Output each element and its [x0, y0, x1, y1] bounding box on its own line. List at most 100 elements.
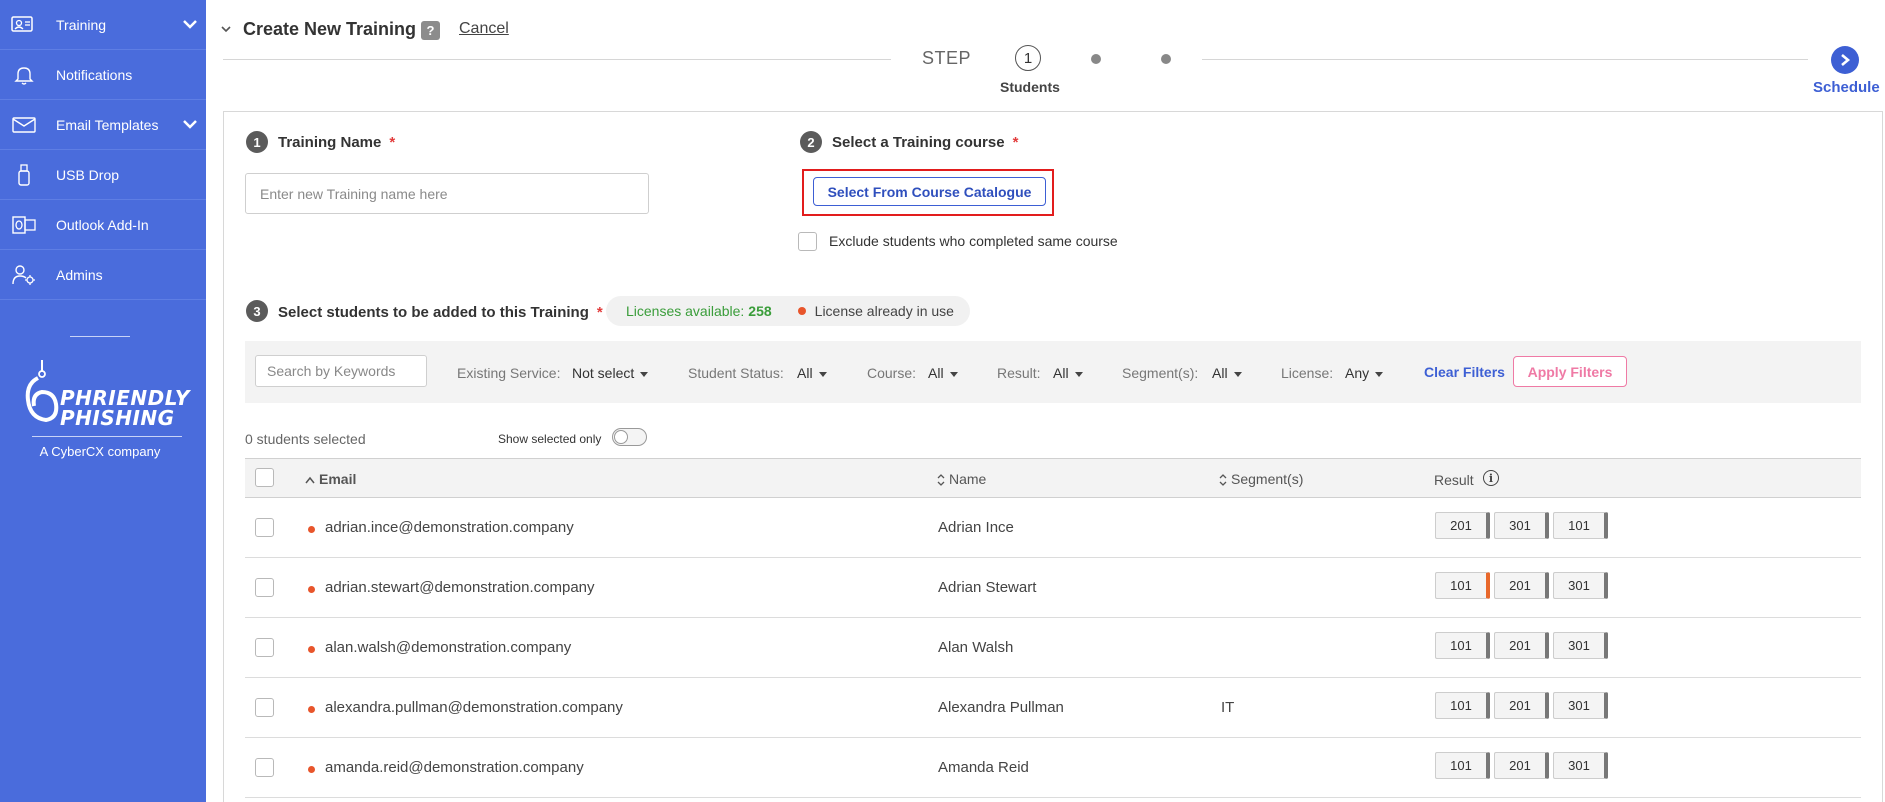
sidebar-item-label: Admins [56, 266, 103, 283]
training-course-label: Select a Training course * [832, 134, 1019, 151]
row-results: 101 201 301 [1435, 692, 1612, 719]
result-chip[interactable]: 101 [1553, 512, 1608, 539]
course-label: Course: [867, 365, 917, 381]
stepper-dot [1091, 54, 1101, 64]
table-row[interactable]: adrian.stewart@demonstration.company Adri… [245, 558, 1861, 618]
result-chip[interactable]: 101 [1435, 752, 1490, 779]
result-chip[interactable]: 101 [1435, 632, 1490, 659]
result-chip[interactable]: 301 [1553, 692, 1608, 719]
chevron-down-icon[interactable] [180, 14, 200, 34]
sidebar-item-label: Outlook Add-In [56, 216, 149, 233]
license-in-use-dot [308, 586, 315, 593]
stepper-current-label: Students [1000, 79, 1060, 95]
result-dropdown[interactable]: All [1053, 365, 1083, 381]
result-chip[interactable]: 201 [1494, 572, 1549, 599]
license-in-use-label: License already in use [814, 303, 954, 319]
column-header-segments[interactable]: Segment(s) [1219, 471, 1303, 487]
segments-label: Segment(s): [1122, 365, 1199, 381]
info-icon[interactable]: i [1483, 470, 1499, 486]
page-title: Create New Training [243, 19, 417, 39]
cancel-link[interactable]: Cancel [459, 20, 509, 38]
students-selected-count: 0 students selected [245, 431, 366, 447]
step-number-badge: 3 [246, 300, 268, 322]
segments-dropdown[interactable]: All [1212, 365, 1242, 381]
result-chip[interactable]: 301 [1553, 632, 1608, 659]
student-status-label: Student Status: [688, 365, 784, 381]
result-chip[interactable]: 301 [1553, 572, 1608, 599]
table-row[interactable]: alexandra.pullman@demonstration.company A… [245, 678, 1861, 738]
result-chip[interactable]: 201 [1494, 752, 1549, 779]
chevron-right-circle-icon[interactable] [1831, 46, 1859, 74]
caret-down-icon [818, 371, 827, 377]
sidebar-item-notifications[interactable]: Notifications [0, 50, 206, 100]
required-marker: * [1012, 134, 1019, 151]
select-course-catalogue-button[interactable]: Select From Course Catalogue [813, 177, 1046, 206]
brand-logo: PHRIENDLY PHISHING A CyberCX company [22, 356, 189, 466]
training-name-input[interactable] [245, 173, 649, 214]
caret-down-icon [1233, 371, 1242, 377]
result-chip[interactable]: 301 [1494, 512, 1549, 539]
row-email: amanda.reid@demonstration.company [325, 759, 584, 776]
sidebar-item-outlook-add-in[interactable]: Outlook Add-In [0, 200, 206, 250]
clear-filters-button[interactable]: Clear Filters [1424, 364, 1505, 380]
show-selected-only-label: Show selected only [498, 432, 602, 446]
row-results: 101 201 301 [1435, 572, 1612, 599]
table-row[interactable]: adrian.ince@demonstration.company Adrian … [245, 498, 1861, 558]
result-chip[interactable]: 101 [1435, 692, 1490, 719]
row-checkbox[interactable] [255, 638, 274, 657]
result-chip[interactable]: 101 [1435, 572, 1490, 599]
stepper-final-label[interactable]: Schedule [1813, 79, 1880, 96]
table-row[interactable]: alan.walsh@demonstration.company Alan Wal… [245, 618, 1861, 678]
row-checkbox[interactable] [255, 578, 274, 597]
course-dropdown[interactable]: All [928, 365, 958, 381]
row-checkbox[interactable] [255, 698, 274, 717]
step-number-badge: 1 [246, 131, 268, 153]
row-email: alan.walsh@demonstration.company [325, 639, 572, 656]
row-results: 101 201 301 [1435, 752, 1612, 779]
existing-service-label: Existing Service: [457, 365, 561, 381]
row-results: 101 201 301 [1435, 632, 1612, 659]
search-input[interactable] [255, 355, 427, 387]
result-chip[interactable]: 201 [1494, 692, 1549, 719]
sort-icon [1219, 474, 1227, 487]
result-chip[interactable]: 301 [1553, 752, 1608, 779]
sidebar-item-label: USB Drop [56, 166, 120, 183]
help-icon[interactable]: ? [421, 21, 440, 40]
result-chip[interactable]: 201 [1494, 632, 1549, 659]
toggle-knob [614, 430, 628, 444]
training-name-label: Training Name * [278, 134, 396, 151]
sidebar-item-usb-drop[interactable]: USB Drop [0, 150, 206, 200]
licenses-available-label: Licenses available: [626, 303, 745, 319]
table-row[interactable]: amanda.reid@demonstration.company Amanda … [245, 738, 1861, 798]
row-checkbox[interactable] [255, 518, 274, 537]
sidebar-item-email-templates[interactable]: Email Templates [0, 100, 206, 150]
logo-tagline: A CyberCX company [39, 444, 161, 459]
stepper-line-right [1202, 59, 1808, 60]
exclude-completed-checkbox[interactable] [798, 232, 817, 251]
chevron-down-icon[interactable] [180, 114, 200, 134]
caret-down-icon [640, 371, 649, 377]
row-segment: IT [1221, 699, 1235, 716]
column-header-email[interactable]: Email [305, 471, 356, 487]
result-chip[interactable]: 201 [1435, 512, 1490, 539]
row-checkbox[interactable] [255, 758, 274, 777]
apply-filters-button[interactable]: Apply Filters [1513, 356, 1627, 387]
show-selected-only-toggle[interactable] [612, 428, 647, 446]
required-marker: * [596, 304, 603, 321]
row-email: adrian.ince@demonstration.company [325, 519, 574, 536]
existing-service-dropdown[interactable]: Not select [572, 365, 649, 381]
license-in-use-dot [308, 646, 315, 653]
sidebar-item-admins[interactable]: Admins [0, 250, 206, 300]
select-students-label: Select students to be added to this Trai… [278, 304, 603, 321]
row-email: adrian.stewart@demonstration.company [325, 579, 595, 596]
row-results: 201 301 101 [1435, 512, 1612, 539]
column-header-name[interactable]: Name [937, 471, 986, 487]
sidebar-item-training[interactable]: Training [0, 0, 206, 50]
license-dropdown[interactable]: Any [1345, 365, 1384, 381]
student-status-dropdown[interactable]: All [797, 365, 827, 381]
email-icon [10, 113, 38, 137]
licenses-available-count: 258 [748, 303, 772, 319]
row-name: Amanda Reid [938, 759, 1029, 776]
select-all-checkbox[interactable] [255, 468, 274, 487]
collapse-chevron-icon[interactable] [219, 22, 233, 36]
